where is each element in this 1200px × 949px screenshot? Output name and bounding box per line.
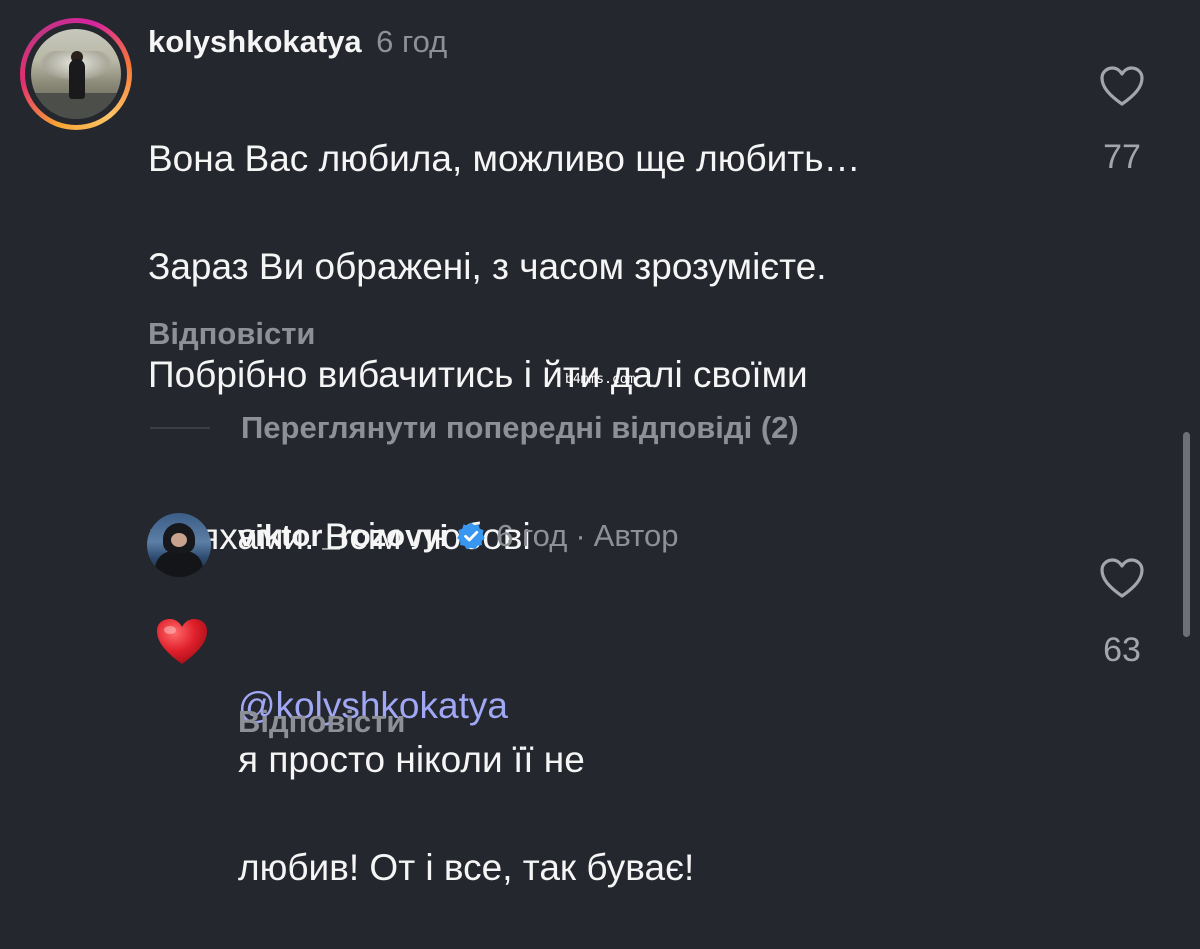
comment-time: 6 год xyxy=(376,24,448,59)
like-count: 63 xyxy=(1103,631,1141,669)
avatar-kolyshkokatya[interactable] xyxy=(31,29,121,119)
reply-text: @kolyshkokatya я просто ніколи її не люб… xyxy=(238,571,1078,949)
verified-badge-icon xyxy=(456,521,486,551)
heart-outline-icon[interactable] xyxy=(1099,557,1145,599)
view-previous-replies-button[interactable]: Переглянути попередні відповіді (2) xyxy=(241,410,799,446)
reply-time: 6 год xyxy=(496,518,568,553)
separator-dot: · xyxy=(575,518,586,553)
avatar-photo-face xyxy=(171,533,187,547)
avatar-photo-body xyxy=(155,551,203,577)
avatar-viktor-rozovyi[interactable] xyxy=(147,513,211,577)
heart-outline-icon[interactable] xyxy=(1099,65,1145,107)
watermark-text: b4mms.com xyxy=(565,372,636,387)
reply-text-line-rest: я просто ніколи її не xyxy=(238,739,585,780)
comment-username[interactable]: kolyshkokatya xyxy=(148,24,362,59)
comment-header: kolyshkokatya 6 год xyxy=(148,24,447,60)
reply-text-line: любив! От і все, так буває! xyxy=(238,847,695,888)
reply-button[interactable]: Відповісти xyxy=(238,704,406,740)
reply-username[interactable]: viktor_rozovyi xyxy=(238,518,448,554)
scrollbar-thumb[interactable] xyxy=(1183,432,1190,637)
comment-text-line: Вона Вас любила, можливо ще любить… xyxy=(148,138,861,179)
red-heart-emoji xyxy=(156,564,208,681)
avatar-photo-person xyxy=(69,59,85,99)
reply-header: viktor_rozovyi 6 год · Автор xyxy=(238,518,678,554)
author-label: Автор xyxy=(593,518,679,553)
thread-divider xyxy=(150,427,210,429)
comment-text-line: Зараз Ви ображені, з часом зрозумієте. xyxy=(148,246,827,287)
reply-button[interactable]: Відповісти xyxy=(148,316,316,352)
like-count: 77 xyxy=(1103,138,1141,176)
